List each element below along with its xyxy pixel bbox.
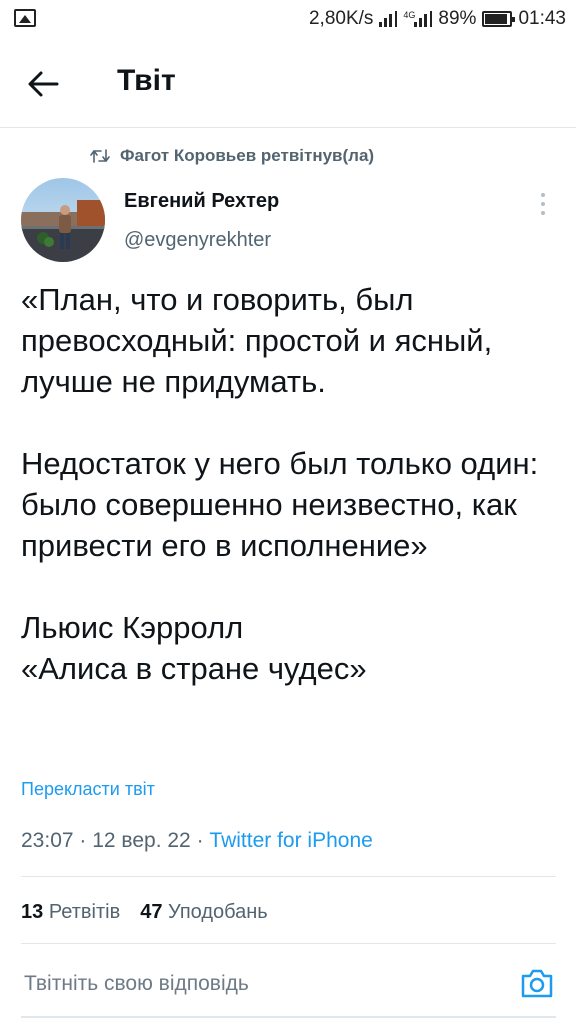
status-bar: 2,80K/s 4G 89% 01:43 xyxy=(0,0,576,40)
back-button[interactable] xyxy=(26,68,60,100)
tweet-paragraph: Льюис Кэрролл xyxy=(21,610,244,645)
camera-button[interactable] xyxy=(519,965,555,1001)
tweet-time: 23:07 xyxy=(21,829,74,852)
tweet-date: 12 вер. 22 xyxy=(92,829,191,852)
top-app-bar: Твіт xyxy=(0,40,576,128)
image-notification-icon xyxy=(14,9,36,27)
retweet-icon xyxy=(90,149,110,163)
meta-separator: · xyxy=(196,829,210,852)
reply-input[interactable]: Твітніть свою відповідь xyxy=(24,972,249,996)
tweet-meta: 23:07 · 12 вер. 22 · Twitter for iPhone xyxy=(21,829,373,853)
likes-label: Уподобань xyxy=(168,901,268,923)
tweet-paragraph: Недостаток у него был только один: было … xyxy=(21,446,539,563)
tweet-paragraph: «Алиса в стране чудес» xyxy=(21,651,367,686)
likes-stat[interactable]: 47 Уподобань xyxy=(140,901,268,923)
status-indicators: 2,80K/s 4G 89% 01:43 xyxy=(309,8,566,30)
retweets-label: Ретвітів xyxy=(48,901,121,923)
arrow-left-icon xyxy=(28,71,59,97)
avatar-photo xyxy=(21,178,105,262)
retweets-count: 13 xyxy=(21,901,44,923)
divider xyxy=(21,876,556,877)
clock: 01:43 xyxy=(518,8,566,29)
signal-4g-icon: 4G xyxy=(403,11,433,27)
meta-separator: · xyxy=(79,829,93,852)
tweet-source-link[interactable]: Twitter for iPhone xyxy=(209,829,372,852)
network-speed: 2,80K/s xyxy=(308,8,374,29)
page-title: Твіт xyxy=(117,64,176,97)
tweet-text: «План, что и говорить, был превосходный:… xyxy=(21,279,561,689)
divider xyxy=(21,943,556,944)
reply-underline xyxy=(21,1016,556,1018)
tweet-paragraph: «План, что и говорить, был превосходный:… xyxy=(21,282,493,399)
camera-icon xyxy=(521,969,553,998)
likes-count: 47 xyxy=(140,901,163,923)
battery-icon xyxy=(482,11,516,27)
translate-tweet-link[interactable]: Перекласти твіт xyxy=(21,779,155,800)
signal-icon xyxy=(379,11,398,27)
retweeted-by[interactable]: Фагот Коровьев ретвітнув(ла) xyxy=(90,146,374,166)
retweets-stat[interactable]: 13 Ретвітів xyxy=(21,901,120,923)
avatar[interactable] xyxy=(21,178,105,262)
retweeted-by-label: Фагот Коровьев ретвітнув(ла) xyxy=(120,146,375,165)
author-handle[interactable]: @evgenyrekhter xyxy=(124,229,271,252)
tweet-stats: 13 Ретвітів 47 Уподобань xyxy=(21,901,268,924)
more-options-button[interactable] xyxy=(536,190,550,218)
battery-percent: 89% xyxy=(438,8,477,29)
author-name[interactable]: Евгений Рехтер xyxy=(124,190,279,213)
more-vertical-icon xyxy=(541,193,545,197)
